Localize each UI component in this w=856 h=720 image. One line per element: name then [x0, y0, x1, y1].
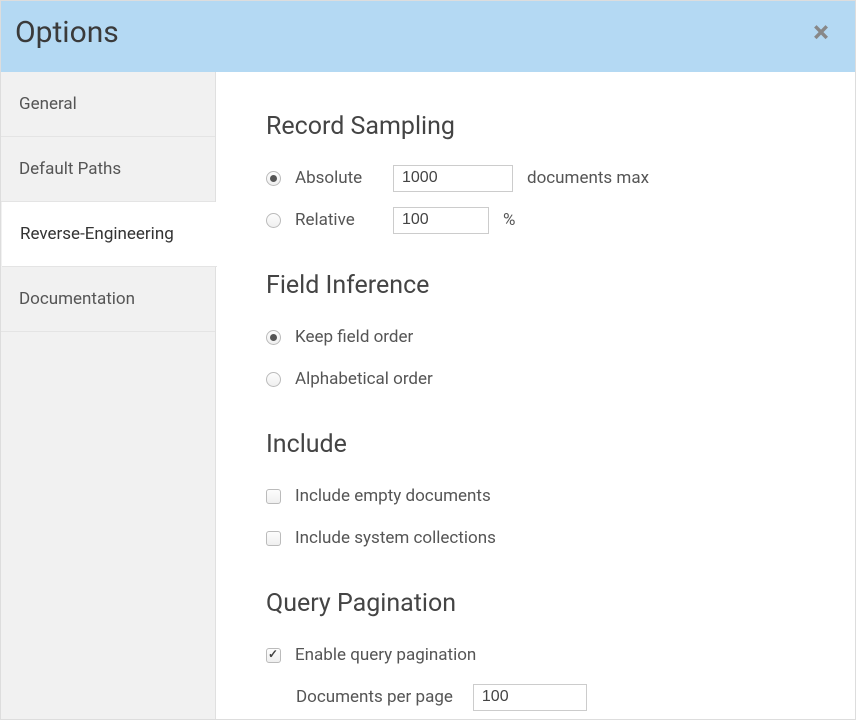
sidebar-item-reverse-engineering[interactable]: Reverse-Engineering	[2, 202, 217, 267]
include-system-checkbox[interactable]	[266, 531, 281, 546]
sidebar-item-label: General	[19, 94, 77, 114]
include-empty-label: Include empty documents	[295, 486, 491, 506]
field-inference-alpha-row: Alphabetical order	[266, 364, 805, 394]
section-heading: Record Sampling	[266, 112, 805, 141]
docs-per-page-input[interactable]	[473, 684, 587, 711]
relative-suffix: %	[503, 210, 515, 230]
absolute-suffix: documents max	[527, 168, 649, 188]
sidebar-item-label: Default Paths	[19, 159, 121, 179]
sidebar-item-label: Reverse-Engineering	[20, 224, 174, 244]
include-system-row: Include system collections	[266, 523, 805, 553]
relative-input[interactable]	[393, 207, 489, 234]
section-include: Include Include empty documents Include …	[266, 430, 805, 553]
sidebar-item-documentation[interactable]: Documentation	[1, 267, 215, 332]
dialog-body: General Default Paths Reverse-Engineerin…	[1, 72, 855, 719]
alpha-order-radio[interactable]	[266, 372, 281, 387]
dialog-title: Options	[15, 15, 119, 50]
enable-pagination-checkbox[interactable]	[266, 648, 281, 663]
sidebar: General Default Paths Reverse-Engineerin…	[1, 72, 216, 719]
section-heading: Include	[266, 430, 805, 459]
keep-order-label: Keep field order	[295, 327, 413, 347]
absolute-radio[interactable]	[266, 171, 281, 186]
section-record-sampling: Record Sampling Absolute documents max R…	[266, 112, 805, 235]
relative-radio[interactable]	[266, 213, 281, 228]
include-empty-row: Include empty documents	[266, 481, 805, 511]
sidebar-item-general[interactable]: General	[1, 72, 215, 137]
record-sampling-relative-row: Relative %	[266, 205, 805, 235]
field-inference-keep-row: Keep field order	[266, 322, 805, 352]
absolute-input[interactable]	[393, 165, 513, 192]
content-panel: Record Sampling Absolute documents max R…	[216, 72, 855, 719]
keep-order-radio[interactable]	[266, 330, 281, 345]
section-query-pagination: Query Pagination Enable query pagination…	[266, 589, 805, 712]
record-sampling-absolute-row: Absolute documents max	[266, 163, 805, 193]
include-empty-checkbox[interactable]	[266, 489, 281, 504]
section-heading: Query Pagination	[266, 589, 805, 618]
options-dialog: Options × General Default Paths Reverse-…	[0, 0, 856, 720]
docs-per-page-label: Documents per page	[296, 687, 453, 707]
enable-pagination-row: Enable query pagination	[266, 640, 805, 670]
alpha-order-label: Alphabetical order	[295, 369, 433, 389]
sidebar-item-label: Documentation	[19, 289, 135, 309]
titlebar: Options ×	[1, 1, 855, 72]
relative-label: Relative	[295, 210, 389, 230]
section-field-inference: Field Inference Keep field order Alphabe…	[266, 271, 805, 394]
section-heading: Field Inference	[266, 271, 805, 300]
enable-pagination-label: Enable query pagination	[295, 645, 476, 665]
docs-per-page-row: Documents per page	[296, 682, 805, 712]
absolute-label: Absolute	[295, 168, 389, 188]
include-system-label: Include system collections	[295, 528, 496, 548]
sidebar-item-default-paths[interactable]: Default Paths	[1, 137, 215, 202]
close-icon[interactable]: ×	[809, 18, 833, 48]
